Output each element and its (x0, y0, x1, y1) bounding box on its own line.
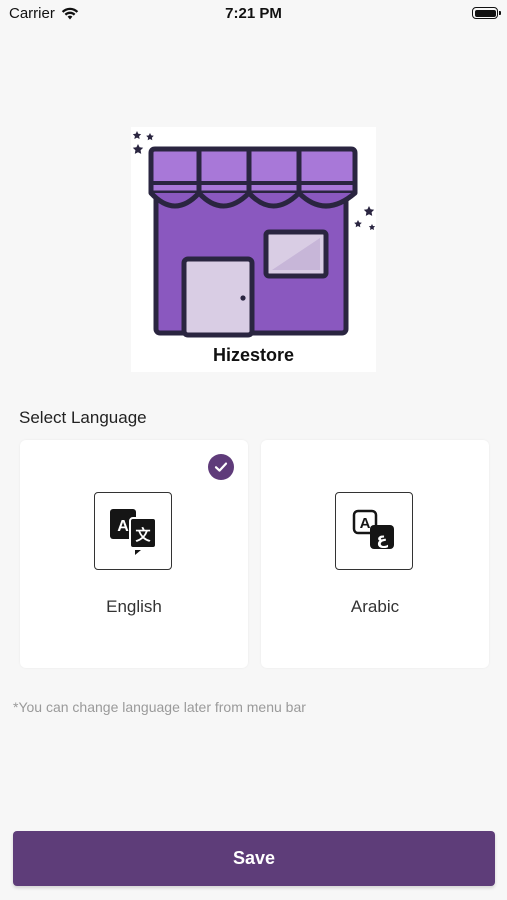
clock: 7:21 PM (225, 5, 282, 22)
svg-text:A: A (360, 515, 371, 532)
svg-text:ع: ع (377, 529, 389, 548)
select-language-label: Select Language (19, 408, 147, 427)
store-logo: Hizestore (131, 127, 376, 372)
svg-text:文: 文 (135, 526, 151, 544)
translate-icon: A 文 (94, 492, 172, 570)
save-button[interactable]: Save (13, 831, 495, 886)
language-hint-text: *You can change language later from menu… (13, 699, 306, 715)
language-option-english[interactable]: A 文 English (20, 440, 248, 668)
battery-icon (472, 7, 501, 19)
arabic-translate-icon: A ع (335, 492, 413, 570)
store-icon (132, 131, 376, 338)
language-option-arabic[interactable]: A ع Arabic (261, 440, 489, 668)
brand-name: Hizestore (212, 345, 295, 365)
language-label-arabic: Arabic (350, 597, 400, 616)
status-bar: Carrier 7:21 PM (0, 0, 507, 28)
svg-text:A: A (117, 518, 129, 535)
language-label-english: English (106, 597, 162, 616)
selected-check-icon (208, 454, 234, 480)
